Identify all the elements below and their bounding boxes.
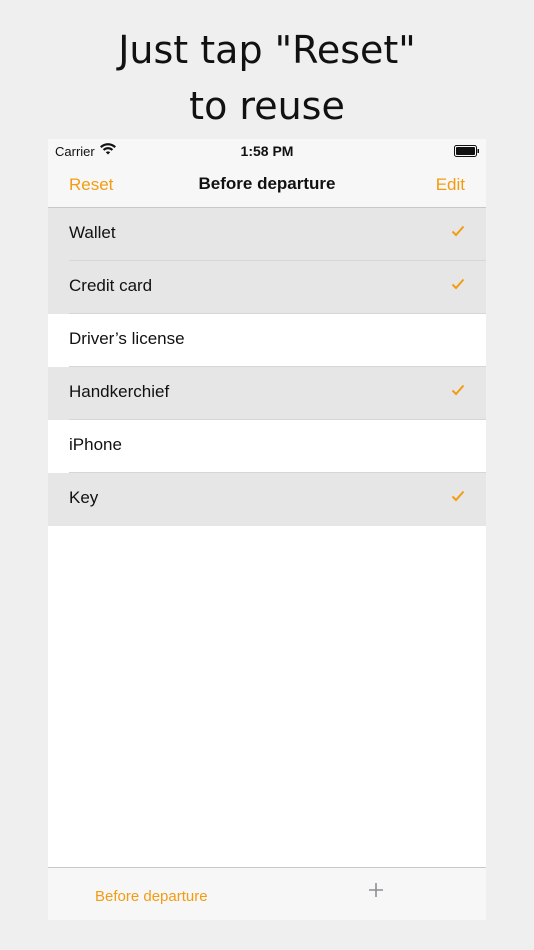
- checkmark-icon: [451, 383, 465, 397]
- list-item[interactable]: Driver’s license: [48, 314, 486, 367]
- promo-line-1: Just tap "Reset": [118, 28, 416, 72]
- status-bar: Carrier 1:58 PM: [48, 139, 486, 163]
- phone-screen: Carrier 1:58 PM Reset Before departure E…: [48, 139, 486, 920]
- tab-before-departure[interactable]: Before departure: [95, 888, 208, 905]
- list-item-label: Credit card: [69, 276, 153, 295]
- list-item-label: Wallet: [69, 223, 116, 242]
- checkmark-icon: [451, 489, 465, 503]
- list-item[interactable]: Credit card: [48, 261, 486, 314]
- promo-headline: Just tap "Reset" to reuse: [0, 22, 534, 134]
- checklist: Wallet Credit card Driver’s license Hand…: [48, 208, 486, 526]
- checkmark-icon: [451, 224, 465, 238]
- navigation-bar: Reset Before departure Edit: [48, 163, 486, 208]
- battery-icon: [454, 145, 480, 157]
- list-item[interactable]: Key: [48, 473, 486, 526]
- list-item-label: Driver’s license: [69, 329, 185, 348]
- checkmark-icon: [451, 277, 465, 291]
- list-item-label: iPhone: [69, 435, 122, 454]
- status-time: 1:58 PM: [240, 143, 294, 159]
- reset-button[interactable]: Reset: [69, 175, 113, 195]
- list-item[interactable]: Handkerchief: [48, 367, 486, 420]
- list-item-label: Key: [69, 488, 99, 507]
- list-item-label: Handkerchief: [69, 382, 170, 401]
- plus-icon[interactable]: [368, 882, 384, 898]
- page-title: Before departure: [198, 174, 336, 193]
- tab-bar: Before departure: [48, 867, 486, 920]
- list-item[interactable]: Wallet: [48, 208, 486, 261]
- edit-button[interactable]: Edit: [436, 175, 465, 195]
- promo-line-2: to reuse: [189, 84, 345, 128]
- list-item[interactable]: iPhone: [48, 420, 486, 473]
